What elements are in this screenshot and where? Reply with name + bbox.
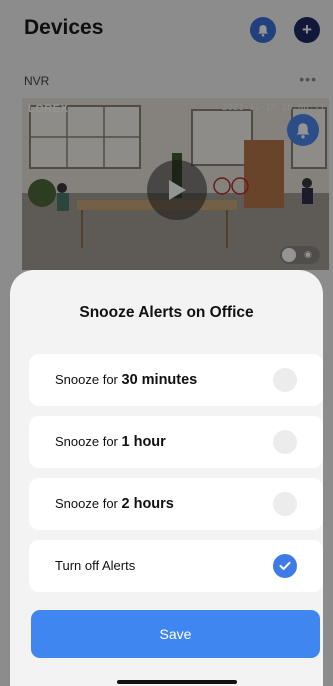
option-label: Snooze for 2 hours [55,496,174,512]
checkmark-icon [279,561,291,570]
option-label: Snooze for 30 minutes [55,372,198,388]
radio-button[interactable] [273,368,297,392]
option-label: Turn off Alerts [55,558,136,573]
snooze-30-minutes-option[interactable]: Snooze for 30 minutes [29,354,323,406]
snooze-1-hour-option[interactable]: Snooze for 1 hour [29,416,323,468]
snooze-bottom-sheet: Snooze Alerts on Office Snooze for 30 mi… [10,270,323,686]
home-indicator [117,680,237,684]
save-button[interactable]: Save [31,610,320,658]
snooze-2-hours-option[interactable]: Snooze for 2 hours [29,478,323,530]
radio-button-selected[interactable] [273,554,297,578]
option-label: Snooze for 1 hour [55,434,166,450]
sheet-title: Snooze Alerts on Office [79,304,254,321]
radio-button[interactable] [273,492,297,516]
turn-off-alerts-option[interactable]: Turn off Alerts [29,540,323,592]
radio-button[interactable] [273,430,297,454]
